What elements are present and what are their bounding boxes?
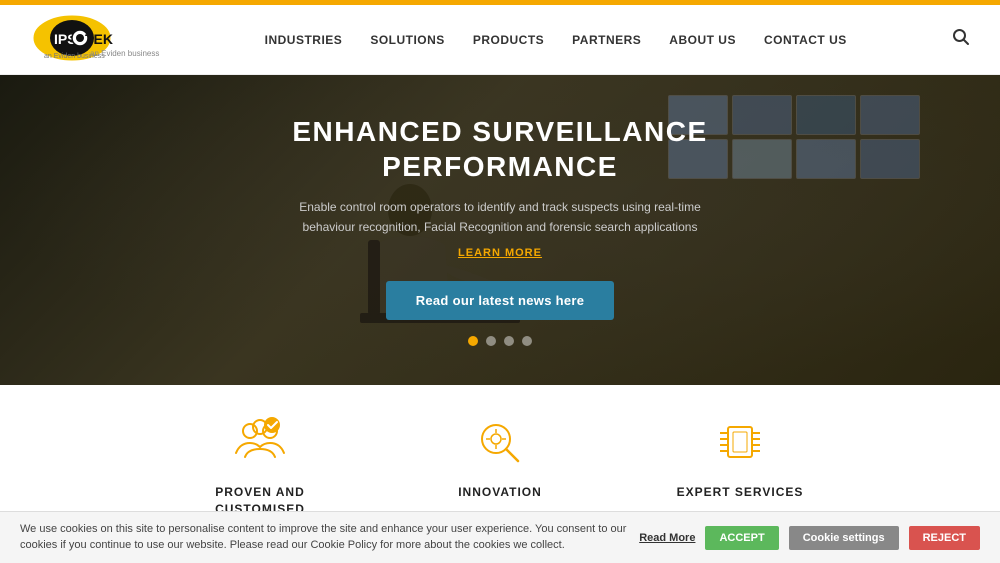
site-header: IPS TEK an Eviden business an Eviden bus… [0,5,1000,75]
cookie-read-more-link[interactable]: Read More [639,532,695,544]
hero-section: ENHANCED SURVEILLANCE PERFORMANCE Enable… [0,75,1000,385]
search-gear-icon [470,415,530,470]
cookie-settings-button[interactable]: Cookie settings [789,526,899,550]
svg-text:TEK: TEK [85,31,113,47]
nav-item-solutions[interactable]: SOLUTIONS [370,31,445,49]
learn-more-link[interactable]: LEARN MORE [290,247,710,259]
logo-subtext: an Eviden business [90,49,159,58]
nav-item-industries[interactable]: INDUSTRIES [265,31,343,49]
nav-item-partners[interactable]: PARTNERS [572,31,641,49]
main-nav: INDUSTRIES SOLUTIONS PRODUCTS PARTNERS A… [265,31,847,49]
team-icon [230,415,290,470]
cta-button[interactable]: Read our latest news here [386,281,615,320]
dot-4[interactable] [522,336,532,346]
nav-list: INDUSTRIES SOLUTIONS PRODUCTS PARTNERS A… [265,31,847,49]
logo[interactable]: IPS TEK an Eviden business an Eviden bus… [30,12,159,67]
reject-cookies-button[interactable]: REJECT [909,526,980,550]
hero-description: Enable control room operators to identif… [290,198,710,236]
nav-item-contact[interactable]: CONTACT US [764,31,847,49]
logo-svg: IPS TEK an Eviden business [30,12,150,67]
nav-item-products[interactable]: PRODUCTS [473,31,544,49]
feature-expert-title: EXPERT SERVICES [677,484,804,501]
accept-cookies-button[interactable]: ACCEPT [705,526,778,550]
feature-innovation-title: INNOVATION [458,484,542,501]
hero-content: ENHANCED SURVEILLANCE PERFORMANCE Enable… [290,114,710,345]
circuit-icon [710,415,770,470]
dot-3[interactable] [504,336,514,346]
dot-1[interactable] [468,336,478,346]
search-icon[interactable] [952,28,970,51]
dot-2[interactable] [486,336,496,346]
cookie-message: We use cookies on this site to personali… [20,522,629,553]
hero-title: ENHANCED SURVEILLANCE PERFORMANCE [290,114,710,184]
cookie-consent-bar: We use cookies on this site to personali… [0,511,1000,563]
nav-item-about[interactable]: ABOUT US [669,31,736,49]
carousel-dots [290,336,710,346]
